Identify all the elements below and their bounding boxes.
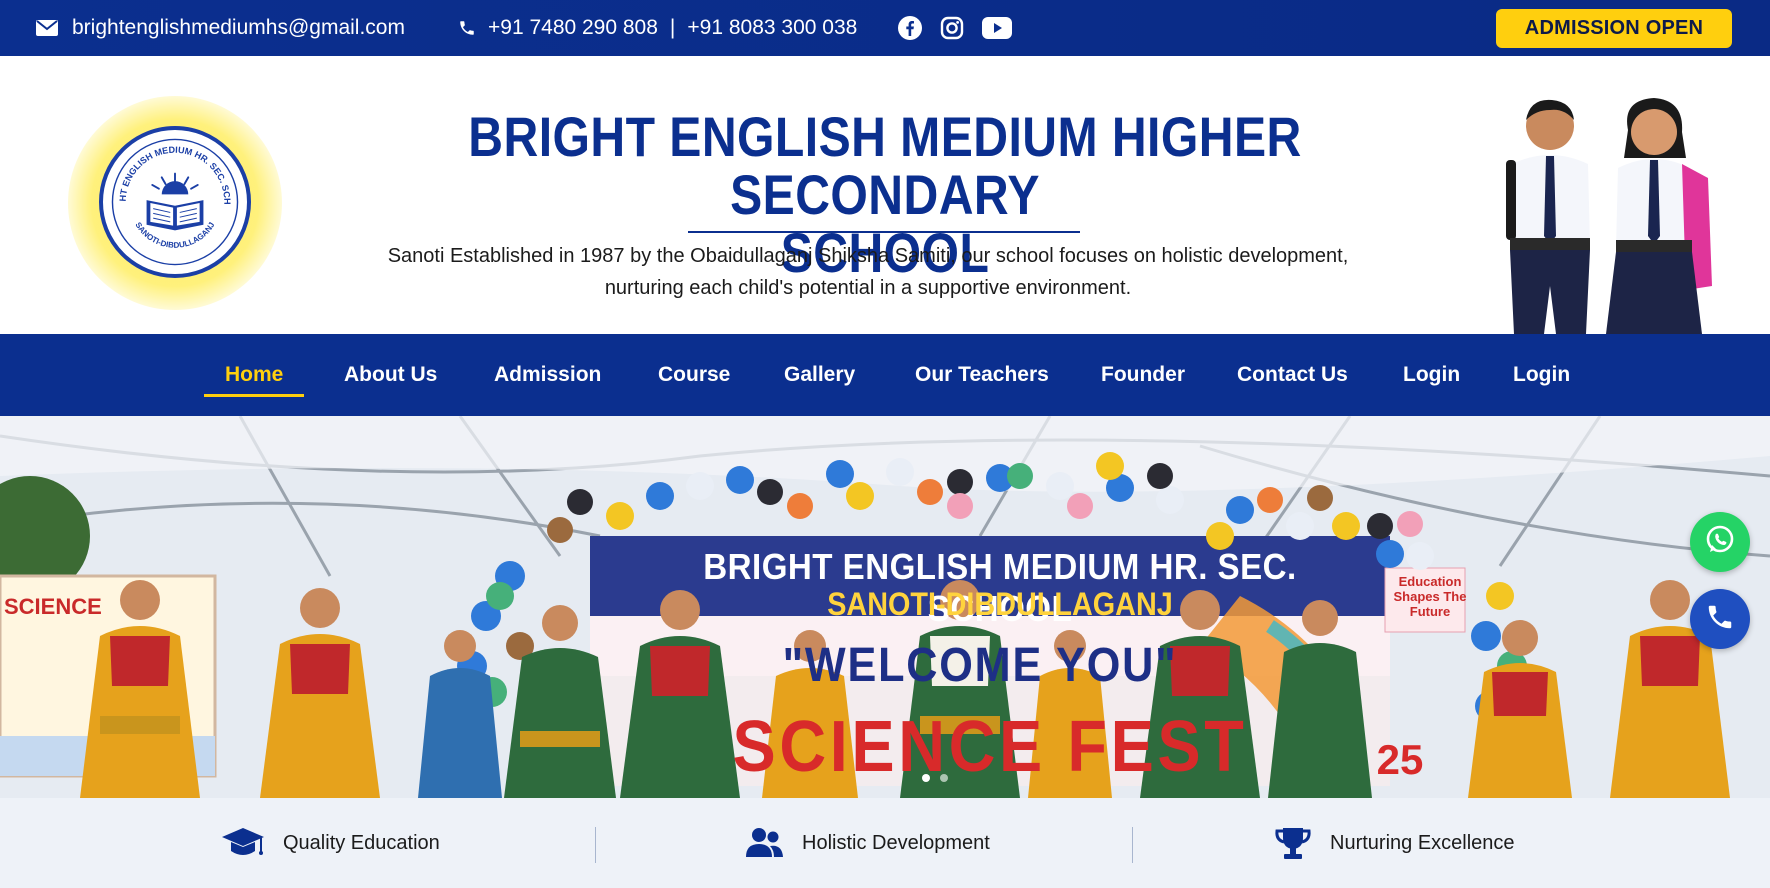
- admission-open-button[interactable]: ADMISSION OPEN: [1496, 9, 1732, 48]
- instagram-icon[interactable]: [940, 16, 964, 40]
- school-tagline: Sanoti Established in 1987 by the Obaidu…: [360, 240, 1376, 304]
- tagline-line-1: Sanoti Established in 1987 by the Obaidu…: [387, 245, 1349, 267]
- call-button[interactable]: [1690, 589, 1750, 649]
- nav-login-2[interactable]: Login: [1513, 334, 1570, 416]
- whatsapp-icon: [1703, 523, 1737, 562]
- school-logo[interactable]: BRIGHT ENGLISH MEDIUM HR. SEC. SCHOOL SA…: [99, 126, 251, 278]
- nav-gallery[interactable]: Gallery: [784, 334, 855, 416]
- site-header: BRIGHT ENGLISH MEDIUM HR. SEC. SCHOOL SA…: [0, 56, 1770, 334]
- feature-label: Holistic Development: [802, 831, 990, 854]
- hero-slider[interactable]: BRIGHT ENGLISH MEDIUM HR. SEC. SCHOOL SA…: [0, 416, 1770, 798]
- email-link[interactable]: brightenglishmediumhs@gmail.com: [36, 0, 405, 56]
- whatsapp-button[interactable]: [1690, 512, 1750, 572]
- nav-about-us[interactable]: About Us: [344, 334, 437, 416]
- graduation-cap-icon: [221, 826, 283, 860]
- nav-active-underline: [204, 394, 304, 397]
- phone-numbers[interactable]: +91 7480 290 808 | +91 8083 300 038: [458, 0, 857, 56]
- facebook-icon[interactable]: [898, 16, 922, 40]
- feature-divider: [595, 827, 596, 863]
- nav-admission[interactable]: Admission: [494, 334, 601, 416]
- students-image: [1472, 86, 1732, 334]
- phone-icon: [1705, 602, 1735, 637]
- feature-divider: [1132, 827, 1133, 863]
- feature-label: Nurturing Excellence: [1330, 831, 1515, 854]
- phone-separator: |: [669, 16, 676, 39]
- trophy-icon: [1274, 826, 1330, 860]
- phone-number-1[interactable]: +91 7480 290 808: [488, 16, 658, 40]
- nav-our-teachers[interactable]: Our Teachers: [915, 334, 1049, 416]
- hero-photo: [0, 416, 1770, 798]
- slider-dot-1[interactable]: [922, 774, 930, 782]
- youtube-icon[interactable]: [982, 17, 1012, 39]
- nav-home[interactable]: Home: [225, 334, 283, 416]
- slider-dots: [922, 774, 948, 782]
- nav-course[interactable]: Course: [658, 334, 730, 416]
- school-title-line-1: BRIGHT ENGLISH MEDIUM HIGHER SECONDARY: [468, 105, 1302, 226]
- tagline-line-2: nurturing each child's potential in a su…: [604, 277, 1132, 299]
- features-strip: Quality Education Holistic Development N…: [0, 798, 1770, 888]
- feature-holistic-development: Holistic Development: [744, 798, 990, 888]
- feature-nurturing-excellence: Nurturing Excellence: [1274, 798, 1515, 888]
- feature-label: Quality Education: [283, 831, 440, 854]
- users-icon: [744, 827, 802, 859]
- nav-founder[interactable]: Founder: [1101, 334, 1185, 416]
- main-navigation: Home About Us Admission Course Gallery O…: [0, 334, 1770, 416]
- feature-quality-education: Quality Education: [221, 798, 440, 888]
- phone-number-2[interactable]: +91 8083 300 038: [687, 16, 857, 40]
- title-divider: [688, 231, 1080, 233]
- mail-icon: [36, 20, 58, 36]
- slider-dot-2[interactable]: [940, 774, 948, 782]
- nav-contact-us[interactable]: Contact Us: [1237, 334, 1348, 416]
- phone-icon: [458, 19, 476, 37]
- email-text: brightenglishmediumhs@gmail.com: [72, 16, 405, 39]
- top-contact-bar: brightenglishmediumhs@gmail.com +91 7480…: [0, 0, 1770, 56]
- nav-login[interactable]: Login: [1403, 334, 1460, 416]
- social-links: [898, 0, 1012, 56]
